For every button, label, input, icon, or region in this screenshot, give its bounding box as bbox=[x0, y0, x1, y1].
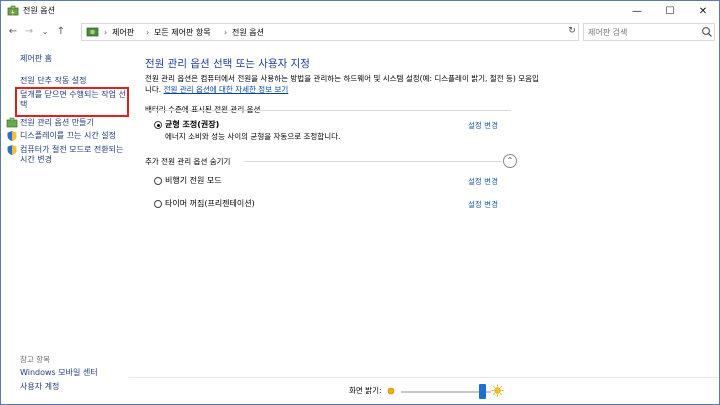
dim-sun-icon bbox=[387, 387, 395, 395]
forward-button[interactable]: → bbox=[23, 25, 35, 39]
page-title: 전원 관리 옵션 선택 또는 사용자 지정 bbox=[145, 58, 310, 70]
brightness-slider-track[interactable] bbox=[401, 391, 491, 393]
presentation-plan-radio[interactable] bbox=[154, 200, 162, 208]
see-also-user-accounts[interactable]: 사용자 계정 bbox=[20, 382, 59, 392]
balanced-change-settings-link[interactable]: 설정 변경 bbox=[468, 120, 498, 131]
power-options-icon bbox=[7, 5, 19, 16]
control-panel-icon bbox=[86, 27, 99, 37]
sidebar: 제어판 홈 전원 단추 작동 설정 덮개를 닫으면 수행되는 작업 선택 전원 … bbox=[1, 43, 129, 404]
close-button[interactable]: ✕ bbox=[687, 1, 719, 21]
breadcrumb-all-items[interactable]: 모든 제어판 항목 bbox=[154, 25, 211, 40]
shield-icon bbox=[7, 131, 17, 141]
back-button[interactable]: ← bbox=[7, 25, 19, 39]
brightness-slider-fill bbox=[401, 391, 482, 393]
presentation-change-settings-link[interactable]: 설정 변경 bbox=[468, 199, 498, 210]
sidebar-home-link[interactable]: 제어판 홈 bbox=[20, 54, 52, 64]
sidebar-create-power-plan[interactable]: 전원 관리 옵션 만들기 bbox=[20, 118, 94, 128]
breadcrumb-separator: › bbox=[104, 28, 108, 37]
window-title: 전원 옵션 bbox=[23, 6, 55, 15]
maximize-button[interactable]: ☐ bbox=[654, 1, 686, 21]
more-info-link[interactable]: 전원 관리 옵션에 대한 자세한 정보 보기 bbox=[164, 85, 289, 94]
breadcrumb-separator: › bbox=[224, 28, 228, 37]
sidebar-sleep-time[interactable]: 컴퓨터가 절전 모드로 전환되는 시간 변경 bbox=[20, 145, 128, 165]
brightness-label: 화면 밝기: bbox=[349, 386, 382, 395]
search-input[interactable] bbox=[588, 25, 696, 39]
search-box[interactable] bbox=[583, 23, 715, 41]
chevron-up-icon[interactable]: ⌃ bbox=[503, 154, 517, 168]
presentation-plan-name[interactable]: 타이머 꺼짐(프리젠테이션) bbox=[165, 198, 255, 209]
search-icon[interactable] bbox=[701, 26, 713, 38]
balanced-plan-radio[interactable] bbox=[154, 121, 162, 129]
balanced-plan-name[interactable]: 균형 조정(권장) bbox=[165, 119, 219, 130]
title-bar: 전원 옵션 — ☐ ✕ bbox=[1, 1, 719, 21]
page-description: 전원 관리 옵션은 컴퓨터에서 전원을 사용하는 방법을 관리하는 하드웨어 및… bbox=[145, 74, 539, 94]
refresh-button[interactable]: ↻ bbox=[566, 25, 578, 37]
sidebar-display-off-time[interactable]: 디스플레이를 끄는 시간 설정 bbox=[20, 131, 116, 141]
brightness-bar: 화면 밝기: bbox=[129, 377, 719, 404]
shield-icon bbox=[7, 145, 17, 155]
main-content: 전원 관리 옵션 선택 또는 사용자 지정 전원 관리 옵션은 컴퓨터에서 전원… bbox=[129, 43, 719, 404]
minimize-button[interactable]: — bbox=[621, 1, 653, 21]
recent-locations-button[interactable]: ⌄ bbox=[39, 25, 51, 39]
see-also-mobility-center[interactable]: Windows 모바일 센터 bbox=[20, 368, 98, 378]
up-button[interactable]: ↑ bbox=[55, 25, 67, 39]
section-divider bbox=[244, 161, 502, 162]
breadcrumb-power-options[interactable]: 전원 옵션 bbox=[232, 25, 264, 40]
power-options-window: 전원 옵션 — ☐ ✕ ← → ⌄ ↑ › 제어판 › 모든 제어판 항목 › … bbox=[0, 0, 720, 405]
power-plan-icon bbox=[6, 117, 18, 128]
airplane-plan-name[interactable]: 비행기 전원 모드 bbox=[165, 175, 222, 186]
breadcrumb-separator: › bbox=[146, 28, 150, 37]
see-also-heading: 참고 항목 bbox=[20, 355, 50, 364]
airplane-plan-radio[interactable] bbox=[154, 177, 162, 185]
navigation-bar: ← → ⌄ ↑ › 제어판 › 모든 제어판 항목 › 전원 옵션 ↻ bbox=[1, 21, 719, 43]
airplane-change-settings-link[interactable]: 설정 변경 bbox=[468, 176, 498, 187]
brightness-slider-thumb[interactable] bbox=[478, 384, 486, 399]
hidden-plans-heading[interactable]: 추가 전원 관리 옵션 숨기기 bbox=[145, 156, 230, 167]
breadcrumb-control-panel[interactable]: 제어판 bbox=[112, 25, 134, 40]
bright-sun-icon bbox=[491, 384, 504, 397]
sidebar-power-button-settings[interactable]: 전원 단추 작동 설정 bbox=[20, 76, 87, 86]
sidebar-lid-close-action[interactable]: 덮개를 닫으면 수행되는 작업 선택 bbox=[20, 90, 128, 110]
address-bar[interactable]: › 제어판 › 모든 제어판 항목 › 전원 옵션 bbox=[81, 23, 579, 41]
section-divider bbox=[145, 110, 511, 111]
balanced-plan-description: 에너지 소비와 성능 사이의 균형을 자동으로 조정합니다. bbox=[165, 132, 341, 141]
